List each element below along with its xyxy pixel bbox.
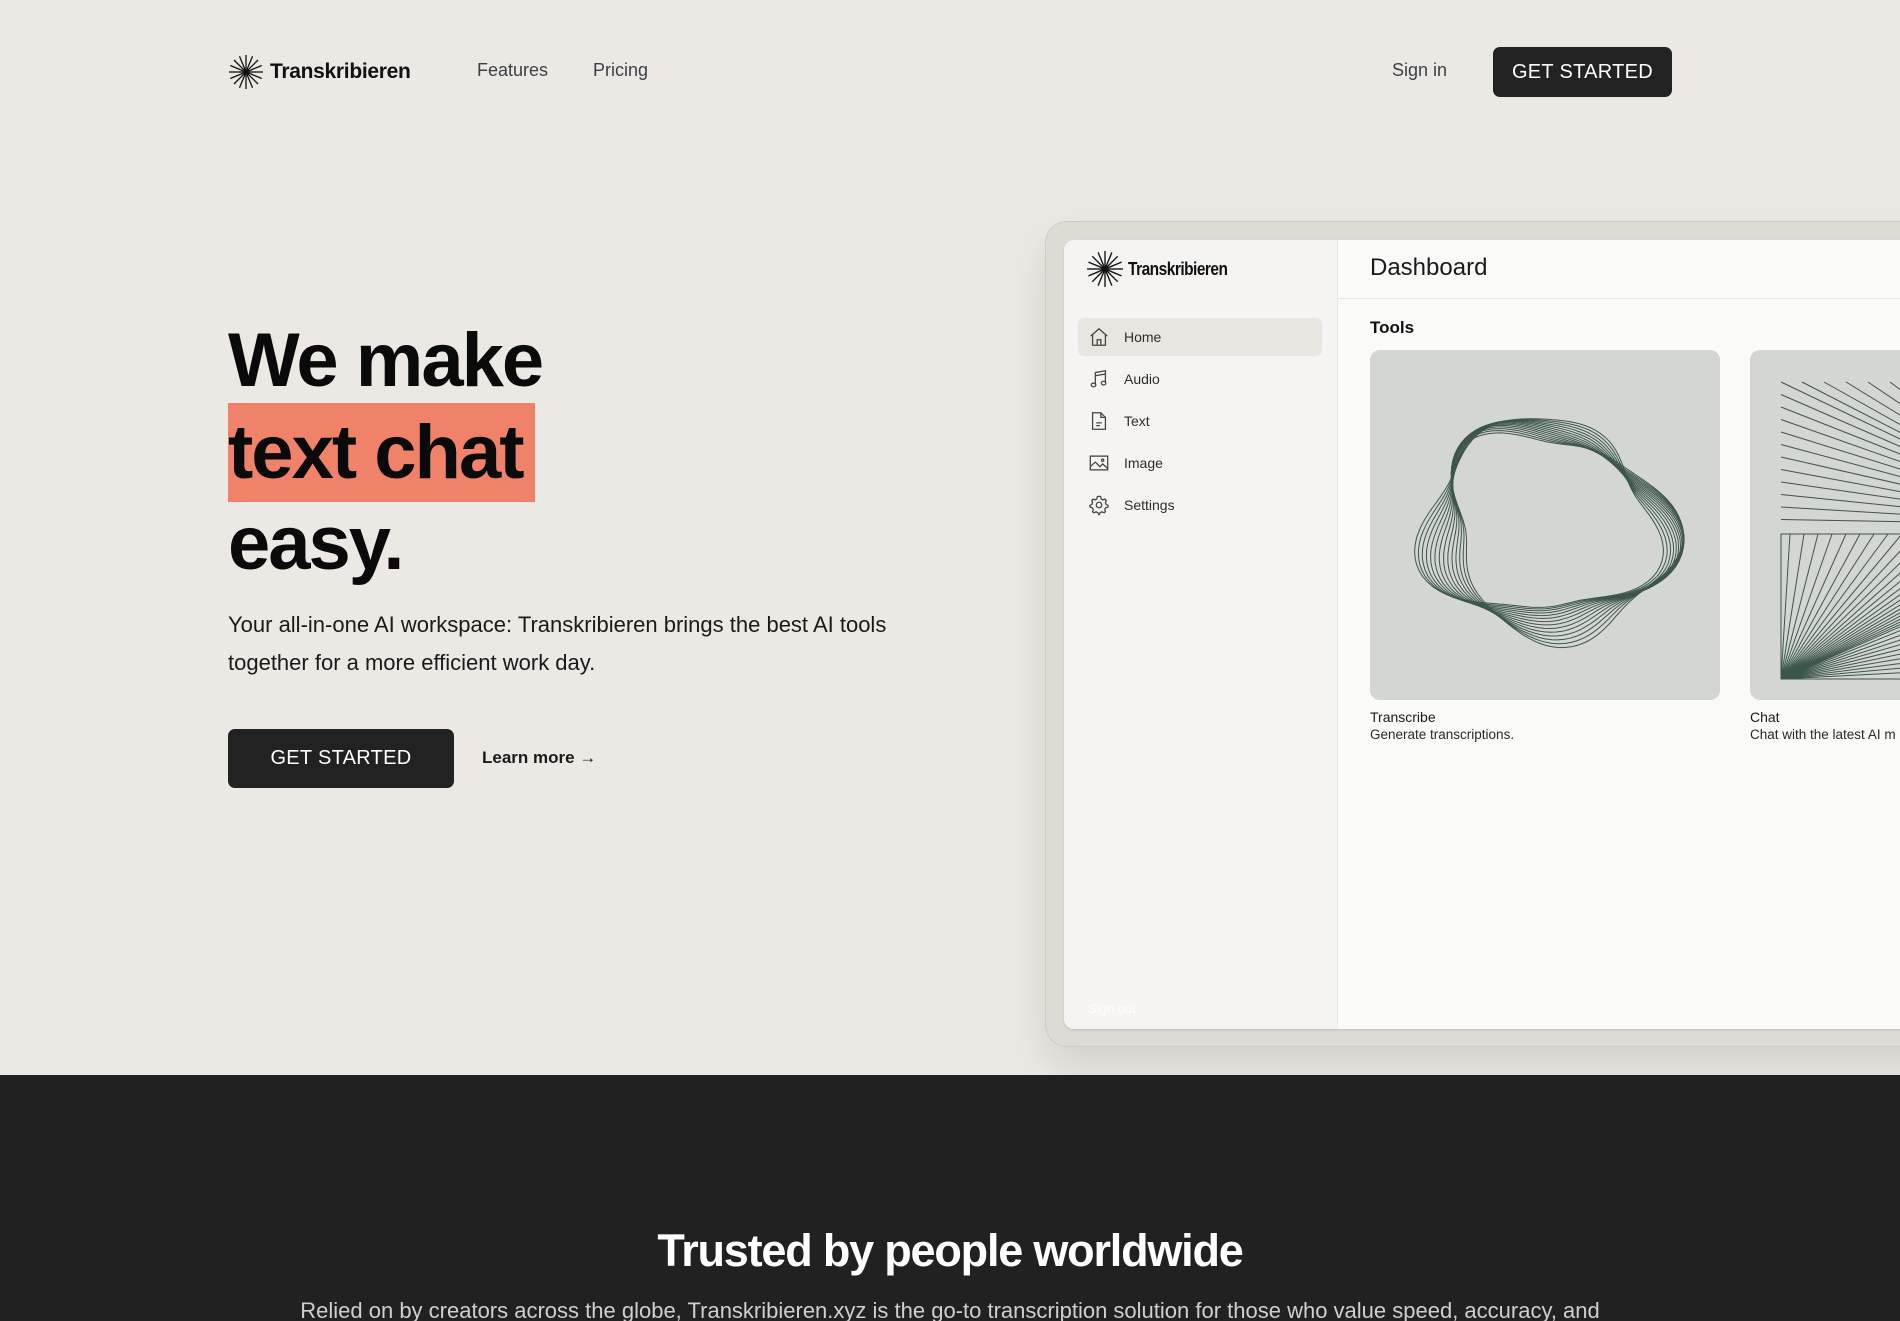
- hero-get-started-button[interactable]: GET STARTED: [228, 729, 454, 788]
- sidebar-item-home[interactable]: Home: [1078, 318, 1322, 356]
- sidebar-item-text[interactable]: Text: [1078, 402, 1322, 440]
- home-icon: [1090, 327, 1108, 346]
- sign-out-link[interactable]: Sign out: [1088, 1001, 1136, 1016]
- tool-card-chat[interactable]: Chat Chat with the latest AI m: [1750, 350, 1900, 742]
- transcribe-artwork: [1370, 350, 1720, 700]
- image-icon: [1089, 455, 1109, 471]
- wave-ring-line: [1451, 424, 1685, 633]
- app-brand-logo: Transkribieren: [1086, 250, 1244, 288]
- learn-more-link[interactable]: Learn more →: [482, 748, 596, 768]
- wavy-rings-illustration: [1414, 418, 1685, 649]
- wave-ring-line: [1438, 421, 1682, 623]
- sign-in-link[interactable]: Sign in: [1392, 60, 1447, 81]
- sidebar-item-settings[interactable]: Settings: [1078, 486, 1322, 524]
- hero-subtext: Your all-in-one AI workspace: Transkribi…: [228, 612, 887, 675]
- music-note-icon: [1090, 369, 1107, 388]
- sunburst-logo-icon: [229, 55, 263, 89]
- sidebar-item-label: Home: [1124, 329, 1162, 345]
- sidebar-item-label: Text: [1124, 413, 1150, 429]
- trusted-section: Trusted by people worldwide Relied on by…: [0, 1075, 1900, 1321]
- chat-artwork: [1750, 350, 1900, 700]
- wave-ring-line: [1443, 422, 1683, 626]
- brand-logo-link[interactable]: Transkribieren: [228, 54, 411, 90]
- sidebar-item-image[interactable]: Image: [1078, 444, 1322, 482]
- wave-ring-line: [1450, 432, 1684, 649]
- wave-ring-line: [1447, 423, 1684, 630]
- wave-ring-line: [1417, 418, 1668, 610]
- sidebar-item-label: Audio: [1124, 371, 1160, 387]
- app-brand-name: Transkribieren: [1128, 258, 1228, 279]
- document-icon: [1091, 412, 1107, 430]
- headline-line-3: easy.: [228, 501, 405, 586]
- headline-highlight: text chat: [228, 403, 535, 502]
- card-description: Generate transcriptions.: [1370, 727, 1515, 742]
- card-description: Chat with the latest AI m: [1750, 727, 1896, 742]
- app-sidebar: Transkribieren Home Audio Text Image Set…: [1064, 240, 1338, 1029]
- radiating-lines-illustration: [1780, 381, 1900, 680]
- sidebar-item-label: Settings: [1124, 497, 1175, 513]
- app-preview-window: Transkribieren Home Audio Text Image Set…: [1064, 240, 1900, 1029]
- card-title: Chat: [1750, 709, 1780, 725]
- dashboard-title: Dashboard: [1370, 254, 1488, 281]
- gear-icon: [1089, 495, 1109, 516]
- nav-get-started-button[interactable]: GET STARTED: [1493, 47, 1672, 97]
- dashboard-header: Dashboard: [1338, 240, 1900, 299]
- nav-link-features[interactable]: Features: [477, 60, 548, 81]
- tool-card-transcribe[interactable]: Transcribe Generate transcriptions.: [1370, 350, 1720, 742]
- headline-line-1: We make: [228, 318, 544, 403]
- sidebar-item-label: Image: [1124, 455, 1163, 471]
- wave-ring-line: [1450, 430, 1685, 645]
- sunburst-logo-icon: [1087, 251, 1123, 287]
- tools-section-label: Tools: [1370, 318, 1415, 337]
- trusted-title: Trusted by people worldwide: [657, 1225, 1243, 1276]
- nav-link-pricing[interactable]: Pricing: [593, 60, 648, 81]
- sidebar-item-audio[interactable]: Audio: [1078, 360, 1322, 398]
- top-navigation: Transkribieren Features Pricing Sign in …: [0, 0, 1900, 145]
- hero-headline: We make text chat easy.: [228, 316, 544, 589]
- trusted-subtitle: Relied on by creators across the globe, …: [300, 1298, 1600, 1321]
- card-title: Transcribe: [1370, 709, 1436, 725]
- brand-name: Transkribieren: [270, 60, 411, 83]
